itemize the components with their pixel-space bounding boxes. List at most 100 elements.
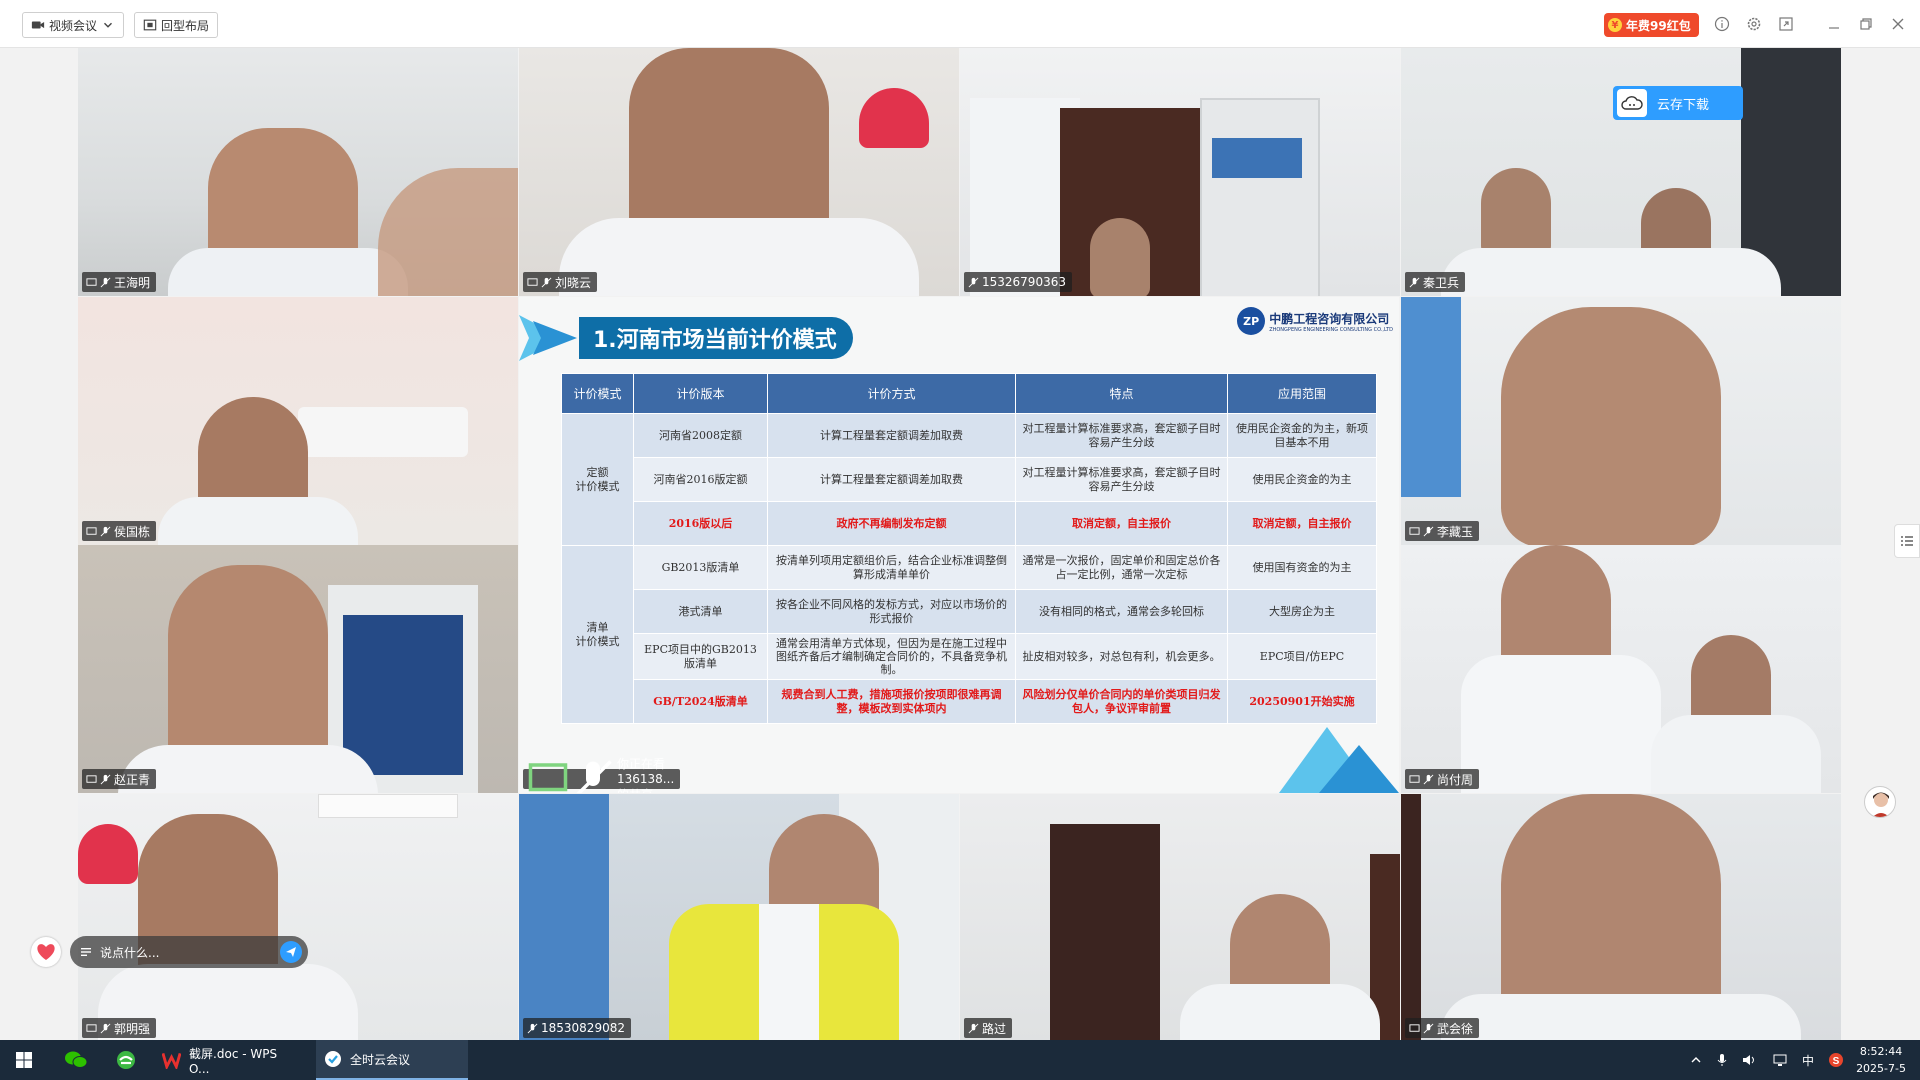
table-cell: EPC项目中的GB2013版清单 <box>633 633 768 680</box>
participant-name: 郭明强 <box>114 1021 151 1036</box>
table-cell: 风险划分仅单价合同内的单价类项目归发包人，争议评审前置 <box>1015 679 1228 724</box>
company-emblem-icon: ZP <box>1237 307 1266 335</box>
assistant-avatar[interactable] <box>1864 786 1896 818</box>
participant-name: 王海明 <box>114 275 151 290</box>
ime-indicator[interactable]: 中 <box>1802 1052 1814 1069</box>
mic-muted-icon <box>968 1023 979 1033</box>
mic-muted-icon <box>576 760 612 793</box>
start-button[interactable] <box>6 1040 42 1080</box>
video-tile[interactable]: 18530829082 <box>519 794 959 1042</box>
participant-name: 路过 <box>982 1021 1007 1036</box>
meeting-menu-label: 视频会议 <box>49 18 98 33</box>
participant-nametag: 王海明 <box>82 272 157 292</box>
table-cell: 使用民企资金的为主，新项目基本不用 <box>1227 413 1377 458</box>
speaker-icon[interactable] <box>1742 1053 1758 1067</box>
table-cell: EPC项目/仿EPC <box>1227 633 1377 680</box>
video-tile[interactable]: 赵正青 <box>78 545 518 793</box>
meeting-menu-button[interactable]: 视频会议 <box>22 12 125 38</box>
shared-screen[interactable]: 1.河南市场当前计价模式 ZP 中鹏工程咨询有限公司 ZHONGPENG ENG… <box>519 297 1399 793</box>
video-tile[interactable]: 郭明强 <box>78 794 518 1042</box>
table-cell: 20250901开始实施 <box>1227 679 1377 724</box>
participant-name: 赵正青 <box>114 772 151 787</box>
screen-icon <box>1409 774 1420 783</box>
restore-icon[interactable] <box>1856 14 1876 34</box>
video-tile[interactable]: 侯国栋 <box>78 297 518 545</box>
minimize-icon[interactable] <box>1824 14 1844 34</box>
layout-label: 回型布局 <box>161 18 210 33</box>
participant-name: 15326790363 <box>982 275 1066 289</box>
share-screen-icon <box>528 763 568 792</box>
table-header: 特点 <box>1015 373 1228 414</box>
layout-icon <box>143 19 157 31</box>
microphone-icon[interactable] <box>1716 1053 1728 1067</box>
layout-button[interactable]: 回型布局 <box>134 12 219 38</box>
participant-nametag: 李藏玉 <box>1405 521 1480 541</box>
windows-taskbar: 截屏.doc - WPS O... 全时云会议 中 S 8:52:44 2025… <box>0 1040 1920 1080</box>
chat-input[interactable]: 说点什么... <box>70 936 308 968</box>
send-button[interactable] <box>280 941 302 963</box>
screen-icon <box>86 277 97 286</box>
participant-name: 刘晓云 <box>555 275 592 290</box>
table-cell: 通常会用清单方式体现，但因为是在施工过程中图纸齐备后才编制确定合同价的，不具备竞… <box>767 633 1016 680</box>
wps-taskbar-button[interactable]: 截屏.doc - WPS O... <box>154 1040 304 1080</box>
avatar-icon <box>1872 792 1890 817</box>
table-cell: GB/T2024版清单 <box>633 679 768 724</box>
table-cell: 通常是一次报价，固定单价和固定总价各占一定比例，通常一次定标 <box>1015 545 1228 590</box>
promo-label: 年费99红包 <box>1626 18 1691 33</box>
settings-icon[interactable] <box>1744 14 1764 34</box>
slide-arrow-decoration <box>519 315 577 361</box>
screen-icon <box>86 526 97 535</box>
video-tile[interactable]: 尚付周 <box>1401 545 1841 793</box>
share-window-icon[interactable] <box>1776 14 1796 34</box>
screen-icon <box>527 277 538 286</box>
promo-badge[interactable]: ¥ 年费99红包 <box>1604 13 1699 37</box>
cloud-download-button[interactable]: 云存下载 <box>1613 86 1743 120</box>
heart-icon <box>37 944 55 960</box>
table-cell: 河南省2008定额 <box>633 413 768 458</box>
info-icon[interactable] <box>1712 14 1732 34</box>
share-nametag: 你正在看136138...的共享 <box>523 757 681 793</box>
mic-muted-icon <box>100 526 111 536</box>
participant-nametag: 武会徐 <box>1405 1018 1480 1038</box>
browser-taskbar-button[interactable] <box>106 1040 146 1080</box>
close-icon[interactable] <box>1888 14 1908 34</box>
side-panel-toggle[interactable] <box>1894 524 1920 558</box>
table-cell: GB2013版清单 <box>633 545 768 590</box>
cloud-download-label: 云存下载 <box>1657 97 1710 113</box>
table-cell: 扯皮相对较多，对总包有利，机会更多。 <box>1015 633 1228 680</box>
table-cell: 政府不再编制发布定额 <box>767 501 1016 546</box>
company-name-en: ZHONGPENG ENGINEERING CONSULTING CO.,LTD <box>1269 326 1393 333</box>
task-label: 截屏.doc - WPS O... <box>189 1046 278 1076</box>
video-tile[interactable]: 路过 <box>960 794 1400 1042</box>
chat-placeholder: 说点什么... <box>100 945 160 960</box>
table-header: 计价模式 <box>561 373 634 414</box>
group-cell: 清单 计价模式 <box>561 545 634 724</box>
participant-nametag: 赵正青 <box>82 769 157 789</box>
table-cell: 按各企业不同风格的发标方式，对应以市场价的形式报价 <box>767 589 1016 634</box>
company-logo: ZP 中鹏工程咨询有限公司 ZHONGPENG ENGINEERING CONS… <box>1237 307 1393 335</box>
chevron-up-icon[interactable] <box>1690 1054 1702 1066</box>
task-label: 全时云会议 <box>350 1052 411 1067</box>
top-toolbar: 视频会议 回型布局 ¥ 年费99红包 <box>0 0 1920 48</box>
table-row: EPC项目中的GB2013版清单 通常会用清单方式体现，但因为是在施工过程中图纸… <box>562 633 1377 680</box>
participant-name: 尚付周 <box>1437 772 1474 787</box>
network-icon[interactable] <box>1772 1053 1788 1067</box>
meeting-taskbar-button[interactable]: 全时云会议 <box>316 1040 468 1080</box>
screen-icon <box>86 774 97 783</box>
video-tile[interactable]: 李藏玉 <box>1401 297 1841 545</box>
table-row: 河南省2016版定额 计算工程量套定额调差加取费 对工程量计算标准要求高，套定额… <box>562 457 1377 502</box>
wechat-taskbar-button[interactable] <box>56 1040 96 1080</box>
clock[interactable]: 8:52:44 2025-7-5 <box>1856 1043 1906 1077</box>
table-cell: 取消定额，自主报价 <box>1227 501 1377 546</box>
table-row: 定额 计价模式 河南省2008定额 计算工程量套定额调差加取费 对工程量计算标准… <box>561 413 1377 546</box>
table-cell: 使用民企资金的为主 <box>1227 457 1377 502</box>
video-tile[interactable]: 王海明 <box>78 48 518 296</box>
sogou-ime-icon[interactable]: S <box>1828 1052 1844 1068</box>
video-tile[interactable]: 刘晓云 <box>519 48 959 296</box>
participant-nametag: 刘晓云 <box>523 272 598 292</box>
video-tile[interactable]: 武会徐 <box>1401 794 1841 1042</box>
group-cell: 定额 计价模式 <box>561 413 634 546</box>
mic-muted-icon <box>1423 1023 1434 1033</box>
video-tile[interactable]: 15326790363 <box>960 48 1400 296</box>
like-button[interactable] <box>31 937 61 967</box>
